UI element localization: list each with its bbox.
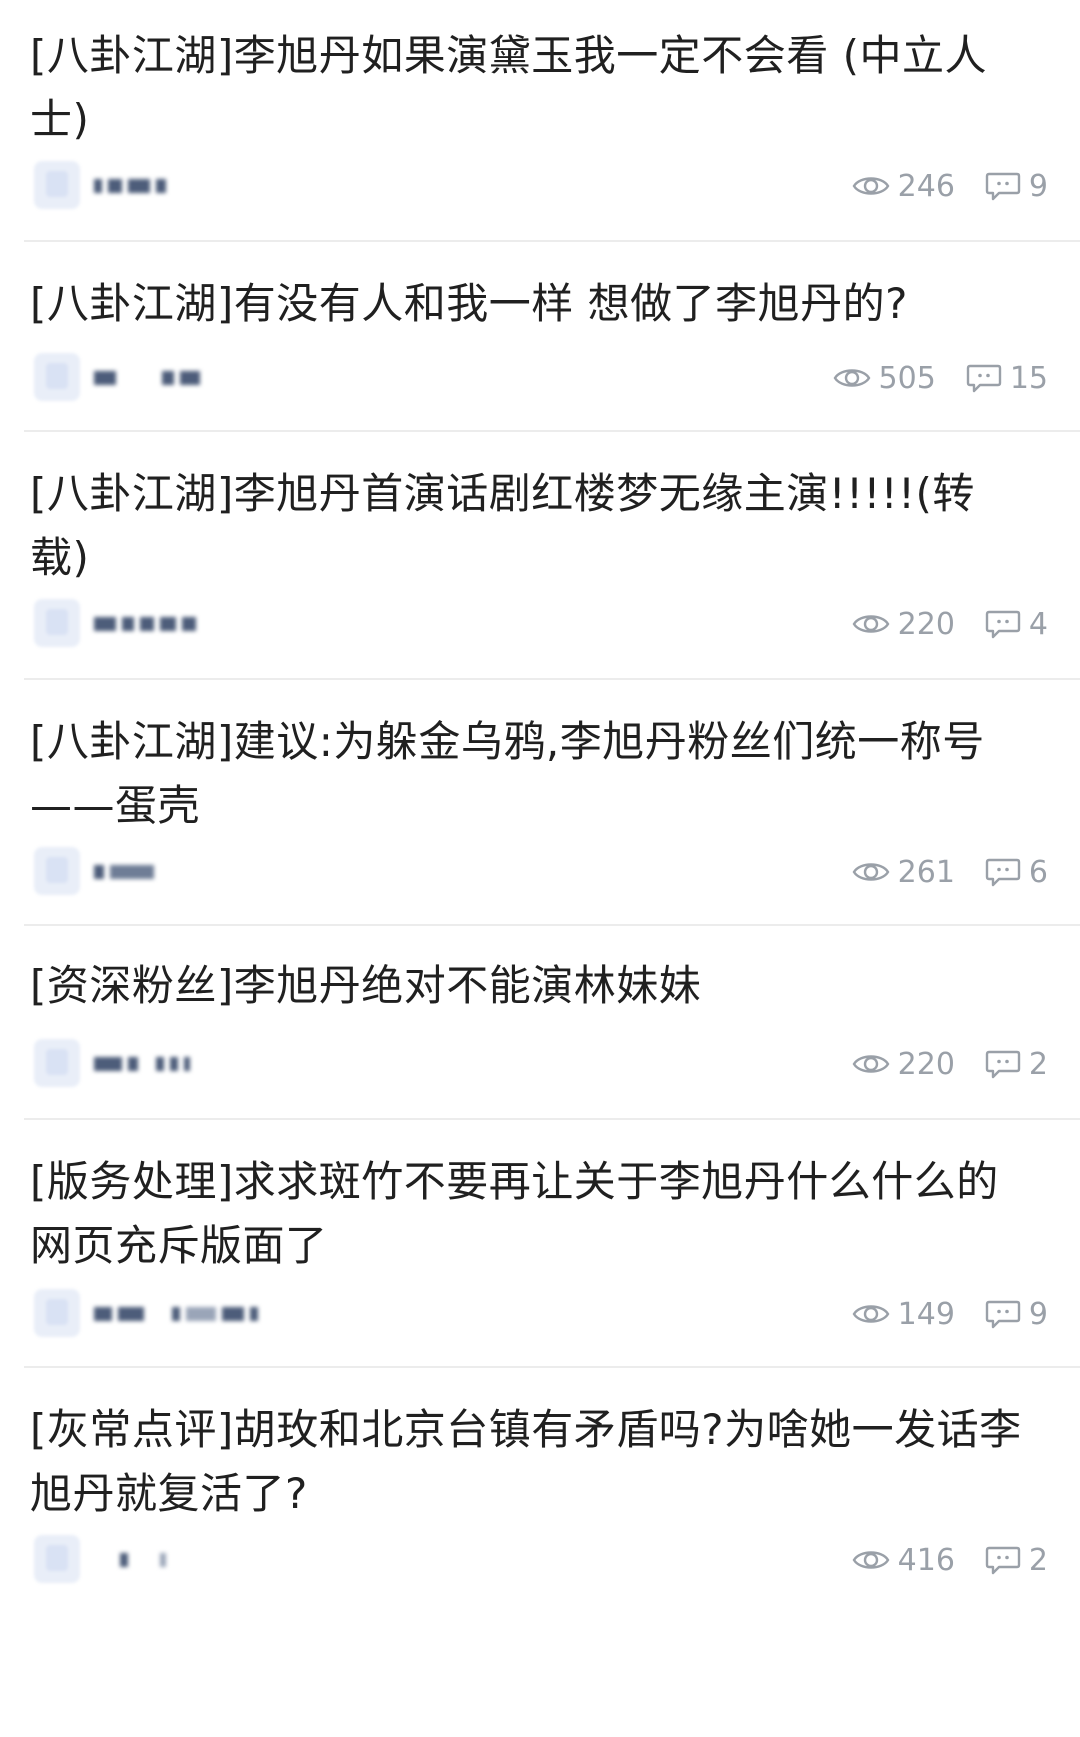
eye-icon: [833, 365, 871, 391]
post-title[interactable]: [八卦江湖]有没有人和我一样 想做了李旭丹的?: [30, 272, 1030, 336]
post-meta: 220 4: [0, 596, 1080, 652]
eye-icon: [852, 1547, 890, 1573]
list-item[interactable]: [资深粉丝]李旭丹绝对不能演林妹妹 220 2: [0, 926, 1080, 1120]
post-title[interactable]: [八卦江湖]李旭丹如果演黛玉我一定不会看 (中立人士): [30, 24, 1030, 152]
comment-count-value: 4: [1028, 606, 1048, 642]
username-blurred[interactable]: [94, 1048, 196, 1078]
post-meta: 220 2: [0, 1036, 1080, 1092]
post-meta: 261 6: [0, 844, 1080, 900]
view-count: 220: [852, 1047, 955, 1082]
comment-count-value: 15: [1009, 360, 1048, 396]
view-count-value: 261: [897, 854, 955, 890]
username-blurred[interactable]: [94, 608, 202, 638]
post-stats: 220 4: [852, 604, 1048, 644]
eye-icon: [852, 611, 890, 637]
comment-count: 15: [966, 361, 1048, 396]
post-stats: 261 6: [852, 852, 1048, 892]
avatar[interactable]: [34, 1289, 80, 1337]
comment-count-value: 9: [1028, 168, 1048, 204]
comment-count-value: 2: [1028, 1542, 1048, 1578]
post-title[interactable]: [八卦江湖]李旭丹首演话剧红楼梦无缘主演!!!!!(转载): [30, 462, 1030, 590]
list-item[interactable]: [八卦江湖]李旭丹首演话剧红楼梦无缘主演!!!!!(转载) 220 4: [0, 432, 1080, 680]
view-count-value: 220: [897, 606, 955, 642]
avatar[interactable]: [34, 1039, 80, 1087]
username-blurred[interactable]: [94, 1544, 172, 1574]
view-count: 505: [833, 361, 936, 396]
comment-bubble-icon: [985, 171, 1021, 201]
username-blurred[interactable]: [94, 170, 172, 200]
post-title[interactable]: [版务处理]求求斑竹不要再让关于李旭丹什么什么的网页充斥版面了: [30, 1150, 1030, 1278]
comment-count: 9: [985, 1297, 1048, 1332]
comment-count-value: 6: [1028, 854, 1048, 890]
list-item[interactable]: [版务处理]求求斑竹不要再让关于李旭丹什么什么的网页充斥版面了 149 9: [0, 1120, 1080, 1368]
comment-count: 9: [985, 169, 1048, 204]
comment-count: 4: [985, 607, 1048, 642]
view-count: 261: [852, 855, 955, 890]
comment-bubble-icon: [985, 1545, 1021, 1575]
eye-icon: [852, 173, 890, 199]
post-title[interactable]: [八卦江湖]建议:为躲金乌鸦,李旭丹粉丝们统一称号——蛋壳: [30, 710, 1030, 838]
comment-count: 2: [985, 1543, 1048, 1578]
eye-icon: [852, 1051, 890, 1077]
username-blurred[interactable]: [94, 856, 160, 886]
comment-bubble-icon: [985, 857, 1021, 887]
view-count-value: 505: [878, 360, 936, 396]
comment-count: 6: [985, 855, 1048, 890]
comment-bubble-icon: [966, 363, 1002, 393]
list-item[interactable]: [八卦江湖]建议:为躲金乌鸦,李旭丹粉丝们统一称号——蛋壳 261 6: [0, 680, 1080, 926]
post-list: [八卦江湖]李旭丹如果演黛玉我一定不会看 (中立人士) 246 9 [八卦江湖]…: [0, 0, 1080, 1737]
view-count: 149: [852, 1297, 955, 1332]
comment-count-value: 9: [1028, 1296, 1048, 1332]
list-item[interactable]: [灰常点评]胡玫和北京台镇有矛盾吗?为啥她一发话李旭丹就复活了? 416 2: [0, 1368, 1080, 1737]
view-count: 220: [852, 607, 955, 642]
avatar[interactable]: [34, 847, 80, 895]
view-count-value: 149: [897, 1296, 955, 1332]
post-meta: 416 2: [0, 1532, 1080, 1588]
post-stats: 505 15: [833, 358, 1048, 398]
username-blurred[interactable]: [94, 362, 206, 392]
post-meta: 149 9: [0, 1286, 1080, 1342]
avatar[interactable]: [34, 599, 80, 647]
post-title[interactable]: [灰常点评]胡玫和北京台镇有矛盾吗?为啥她一发话李旭丹就复活了?: [30, 1398, 1030, 1526]
view-count-value: 246: [897, 168, 955, 204]
list-item[interactable]: [八卦江湖]李旭丹如果演黛玉我一定不会看 (中立人士) 246 9: [0, 0, 1080, 242]
comment-bubble-icon: [985, 1299, 1021, 1329]
post-meta: 505 15: [0, 350, 1080, 406]
avatar[interactable]: [34, 161, 80, 209]
comment-count: 2: [985, 1047, 1048, 1082]
view-count: 246: [852, 169, 955, 204]
eye-icon: [852, 1301, 890, 1327]
comment-count-value: 2: [1028, 1046, 1048, 1082]
view-count-value: 220: [897, 1046, 955, 1082]
post-stats: 220 2: [852, 1044, 1048, 1084]
post-stats: 149 9: [852, 1294, 1048, 1334]
view-count: 416: [852, 1543, 955, 1578]
post-stats: 246 9: [852, 166, 1048, 206]
list-item[interactable]: [八卦江湖]有没有人和我一样 想做了李旭丹的? 505 15: [0, 242, 1080, 432]
avatar[interactable]: [34, 1535, 80, 1583]
post-title[interactable]: [资深粉丝]李旭丹绝对不能演林妹妹: [30, 954, 1030, 1018]
comment-bubble-icon: [985, 609, 1021, 639]
post-meta: 246 9: [0, 158, 1080, 214]
username-blurred[interactable]: [94, 1298, 264, 1328]
post-stats: 416 2: [852, 1540, 1048, 1580]
eye-icon: [852, 859, 890, 885]
view-count-value: 416: [897, 1542, 955, 1578]
comment-bubble-icon: [985, 1049, 1021, 1079]
avatar[interactable]: [34, 353, 80, 401]
